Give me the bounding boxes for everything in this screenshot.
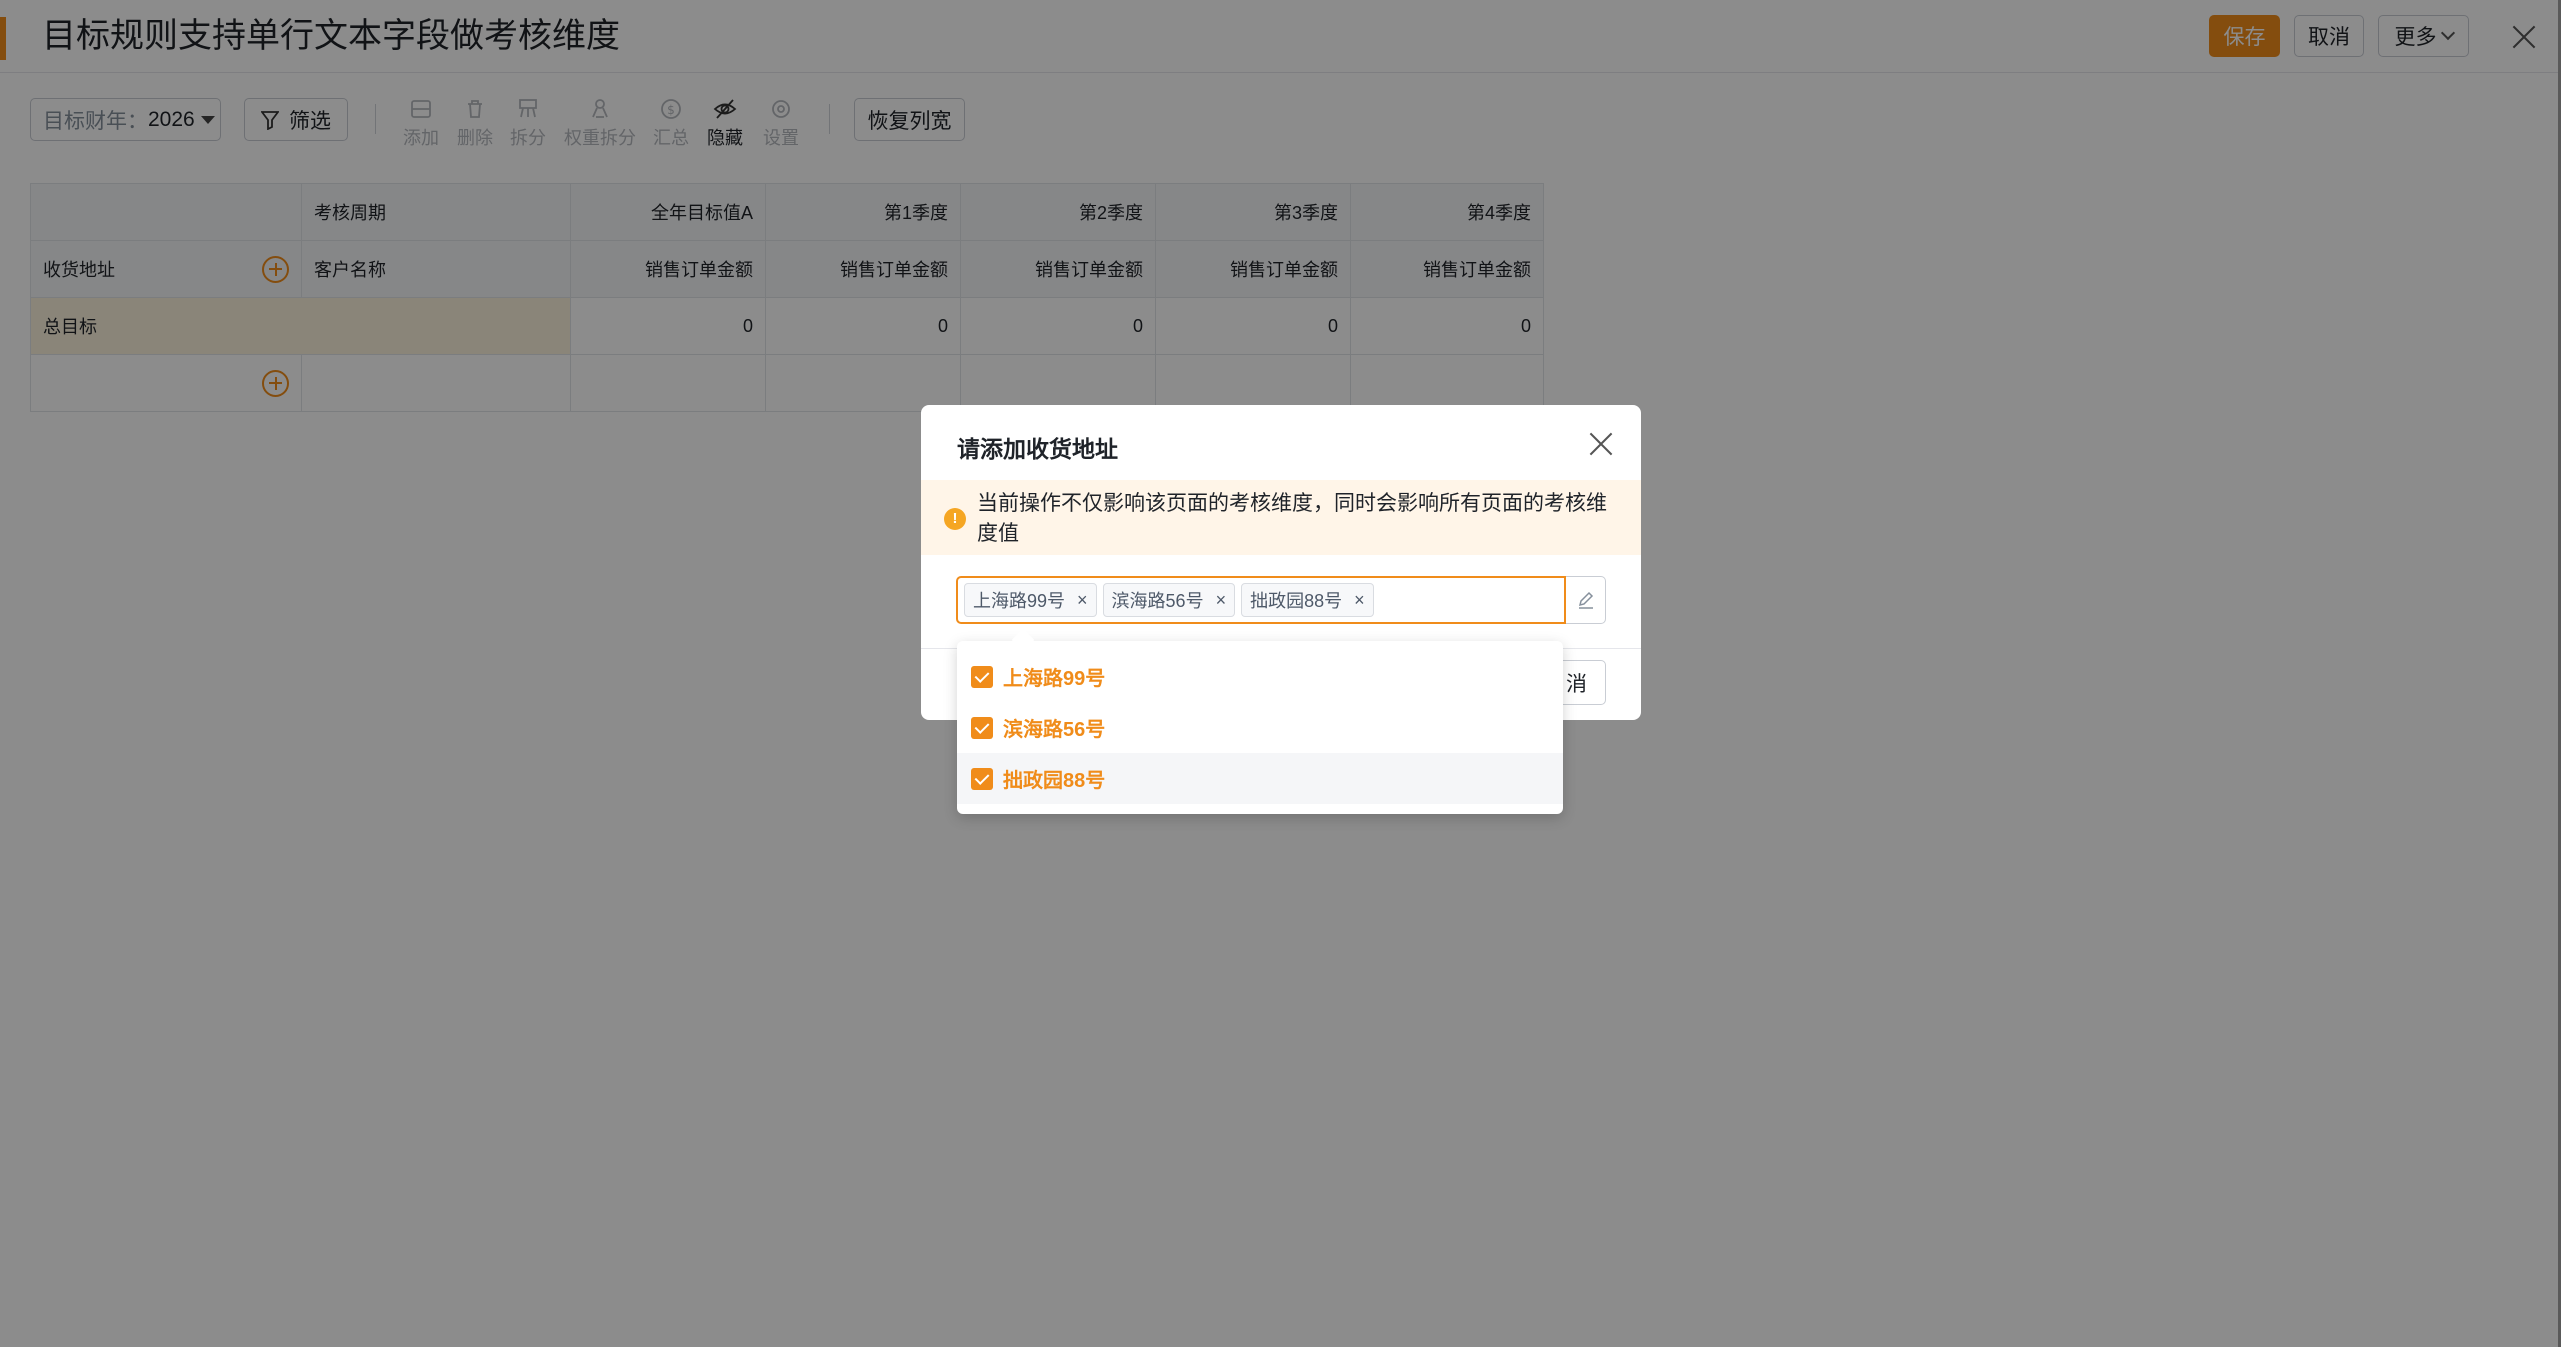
edit-button[interactable] <box>1566 576 1606 624</box>
warning-icon: ! <box>944 508 966 530</box>
dropdown-option[interactable]: 拙政园88号 <box>957 753 1563 804</box>
selected-tag: 滨海路56号 × <box>1102 583 1236 617</box>
tag-label: 滨海路56号 <box>1111 591 1204 611</box>
checkbox-checked-icon[interactable] <box>971 716 993 739</box>
dialog-title: 请添加收货地址 <box>957 436 1118 462</box>
option-label: 滨海路56号 <box>1003 719 1106 741</box>
remove-tag-icon[interactable]: × <box>1216 590 1227 611</box>
option-label: 拙政园88号 <box>1003 770 1106 792</box>
tag-label: 拙政园88号 <box>1250 591 1343 611</box>
warning-text: 当前操作不仅影响该页面的考核维度，同时会影响所有页面的考核维度值 <box>977 492 1607 545</box>
tag-label: 上海路99号 <box>973 591 1066 611</box>
selected-tag: 上海路99号 × <box>964 583 1097 617</box>
address-tag-input[interactable]: 上海路99号 × 滨海路56号 × 拙政园88号 × <box>956 576 1566 624</box>
checkbox-checked-icon[interactable] <box>971 767 993 790</box>
selected-tag: 拙政园88号 × <box>1241 583 1374 617</box>
checkbox-checked-icon[interactable] <box>971 665 993 688</box>
address-options-dropdown: 上海路99号 滨海路56号 拙政园88号 <box>957 641 1563 814</box>
warning-notice: ! 当前操作不仅影响该页面的考核维度，同时会影响所有页面的考核维度值 <box>921 480 1641 555</box>
dropdown-option[interactable]: 上海路99号 <box>957 651 1563 702</box>
dropdown-option[interactable]: 滨海路56号 <box>957 702 1563 753</box>
option-label: 上海路99号 <box>1003 668 1106 690</box>
pencil-icon <box>1578 591 1593 609</box>
remove-tag-icon[interactable]: × <box>1077 590 1088 611</box>
remove-tag-icon[interactable]: × <box>1354 590 1365 611</box>
close-icon[interactable] <box>1588 431 1614 457</box>
